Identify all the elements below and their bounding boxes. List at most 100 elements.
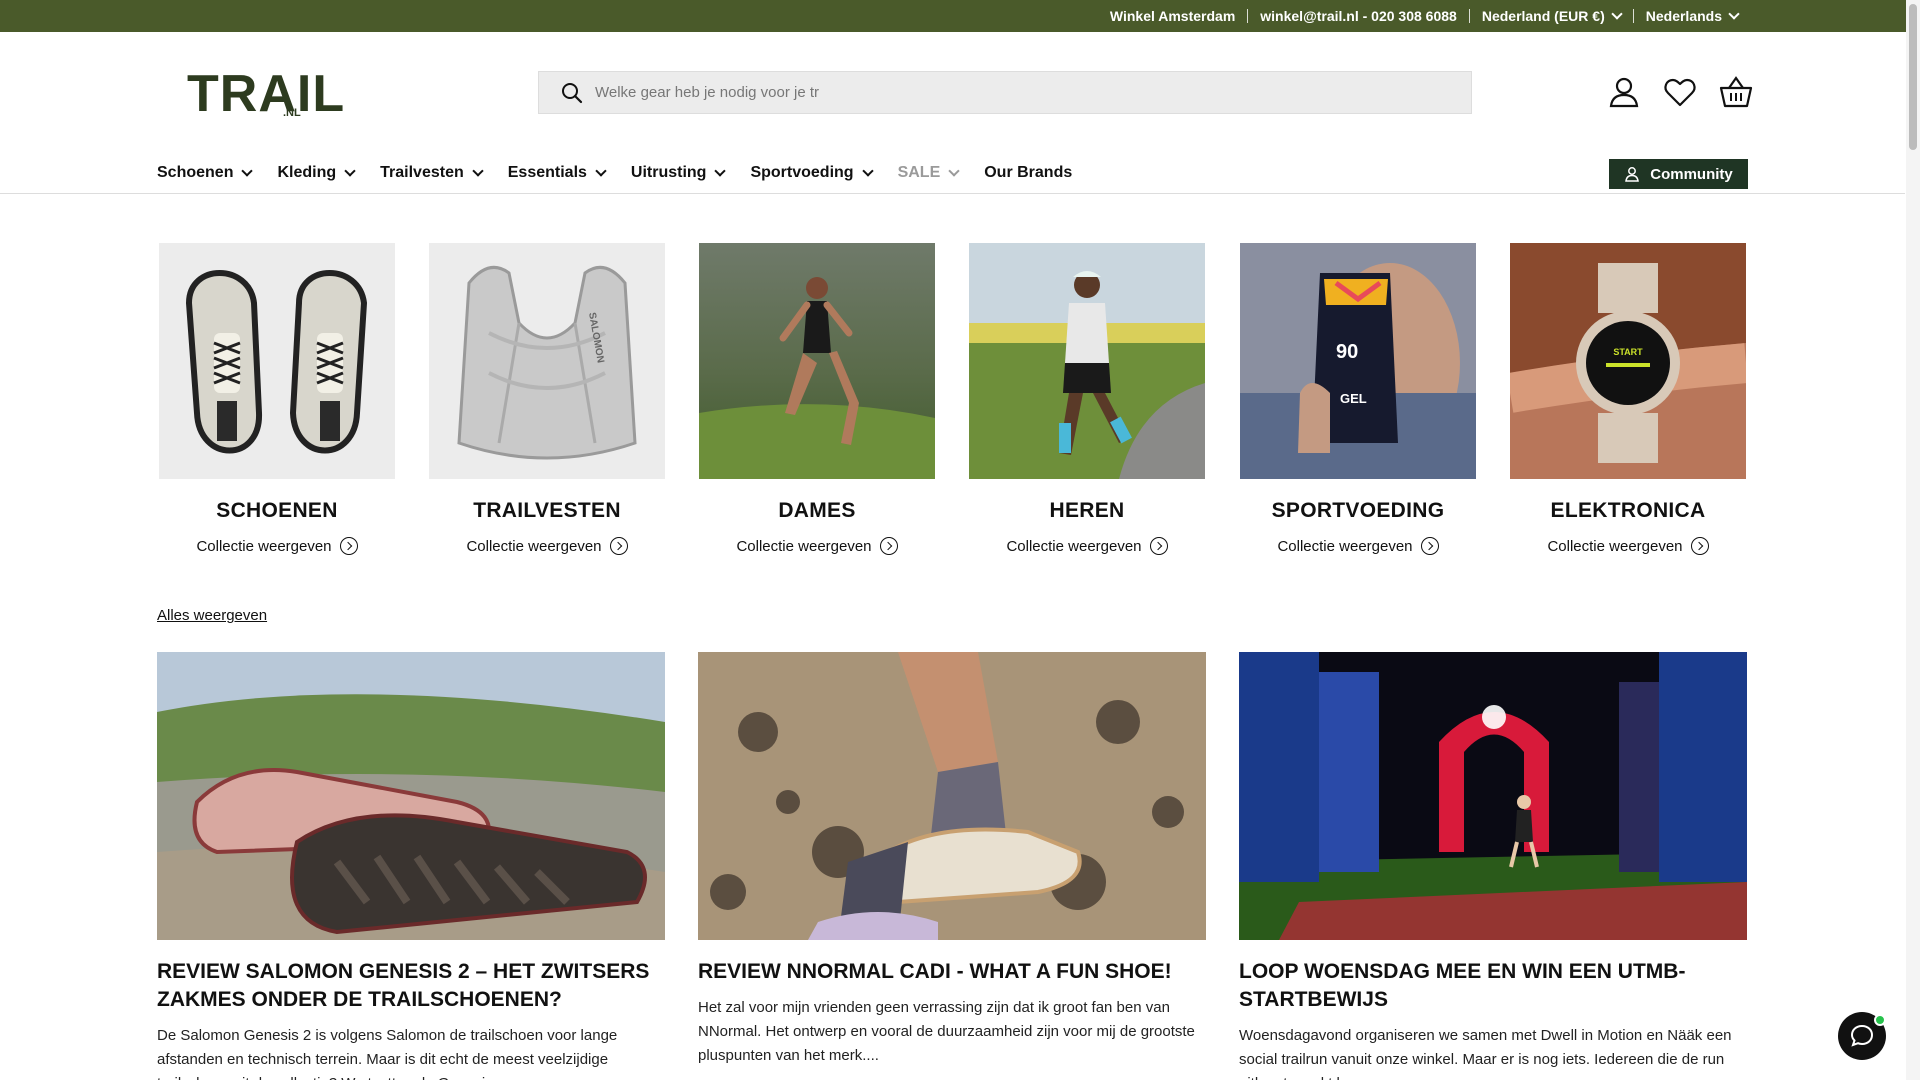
arrow-right-circle-icon — [1690, 537, 1709, 555]
category-card-heren[interactable]: HEREN Collectie weergeven — [969, 243, 1205, 555]
category-image-shoes[interactable] — [159, 243, 395, 479]
collection-link[interactable]: Collectie weergeven — [969, 537, 1205, 555]
collection-link-label: Collectie weergeven — [196, 537, 332, 555]
top-bar: Winkel Amsterdam winkel@trail.nl - 020 3… — [0, 0, 1920, 32]
account-icon[interactable] — [1606, 74, 1642, 110]
wishlist-icon[interactable] — [1662, 74, 1698, 110]
logo-suffix: .NL — [283, 107, 301, 118]
contact-label: winkel@trail.nl - 020 308 6088 — [1260, 8, 1457, 24]
category-title: DAMES — [778, 499, 856, 522]
chat-bubble-icon — [1850, 1024, 1874, 1047]
blog-excerpt: Woensdagavond organiseren we samen met D… — [1239, 1027, 1732, 1080]
search-input[interactable] — [595, 84, 1395, 101]
svg-text:START: START — [1613, 347, 1643, 357]
nav-label: Our Brands — [984, 164, 1073, 181]
collection-link[interactable]: Collectie weergeven — [699, 537, 935, 555]
blog-title[interactable]: Review NNormal Cadi - What a fun shoe! — [698, 958, 1206, 986]
blog-image-nnormal[interactable] — [698, 652, 1206, 940]
collection-link-label: Collectie weergeven — [1547, 537, 1683, 555]
nav-label: Uitrusting — [630, 164, 707, 181]
chevron-down-icon — [595, 165, 607, 177]
search-bar[interactable] — [538, 71, 1472, 114]
logo-text: TRAIL — [187, 68, 345, 118]
arrow-right-circle-icon — [609, 537, 628, 555]
svg-text:90: 90 — [1336, 341, 1358, 363]
chat-button[interactable] — [1838, 1012, 1886, 1060]
scrollbar-thumb[interactable] — [1909, 4, 1917, 150]
logo[interactable]: TRAIL .NL — [187, 65, 382, 123]
language-label: Nederlands — [1645, 8, 1722, 24]
page-scrollbar[interactable] — [1906, 0, 1920, 1080]
arrow-right-circle-icon — [879, 537, 898, 555]
collection-link-label: Collectie weergeven — [466, 537, 602, 555]
nav-item-sale[interactable]: SALE — [897, 164, 960, 182]
chevron-down-icon — [1611, 8, 1623, 20]
category-image-nutrition[interactable]: 90 GEL — [1240, 243, 1476, 479]
category-card-dames[interactable]: DAMES Collectie weergeven — [699, 243, 935, 555]
category-title: TRAILVESTEN — [473, 499, 621, 522]
category-image-electronics[interactable]: START — [1510, 243, 1746, 479]
category-title: SPORTVOEDING — [1271, 499, 1445, 522]
nav-item-uitrusting[interactable]: Uitrusting — [630, 164, 727, 182]
collection-link-label: Collectie weergeven — [736, 537, 872, 555]
category-image-men[interactable] — [969, 243, 1205, 479]
category-card-trailvesten[interactable]: SALOMON TRAILVESTEN Collectie weergeven — [429, 243, 665, 555]
collection-link[interactable]: Collectie weergeven — [429, 537, 665, 555]
view-all-link[interactable]: Alles weergeven — [157, 607, 267, 624]
nav-item-our-brands[interactable]: Our Brands — [984, 164, 1072, 182]
chevron-down-icon — [948, 165, 960, 177]
basket-icon[interactable] — [1718, 74, 1754, 110]
arrow-right-circle-icon — [1420, 537, 1439, 555]
store-label: Winkel Amsterdam — [1109, 8, 1236, 24]
category-image-vest[interactable]: SALOMON — [429, 243, 665, 479]
chevron-down-icon — [241, 165, 254, 177]
blog-title[interactable]: Review Salomon Genesis 2 – Het Zwitsers … — [157, 958, 665, 1014]
region-selector[interactable]: Nederland (EUR €) — [1470, 8, 1633, 24]
category-card-elektronica[interactable]: START ELEKTRONICA Collectie weergeven — [1510, 243, 1746, 555]
category-image-women[interactable] — [699, 243, 935, 479]
nav-label: SALE — [897, 164, 941, 181]
arrow-right-circle-icon — [339, 537, 358, 555]
nav-item-sportvoeding[interactable]: Sportvoeding — [750, 164, 874, 182]
chevron-down-icon — [861, 165, 874, 177]
svg-text:GEL: GEL — [1340, 391, 1367, 406]
main-nav: Schoenen Kleding Trailvesten Essentials … — [157, 158, 1098, 188]
nav-item-trailvesten[interactable]: Trailvesten — [380, 164, 484, 182]
collection-link-label: Collectie weergeven — [1006, 537, 1142, 555]
blog-excerpt: De Salomon Genesis 2 is volgens Salomon … — [157, 1027, 618, 1080]
category-title: HEREN — [1049, 499, 1125, 522]
blog-card[interactable]: Review NNormal Cadi - What a fun shoe! H… — [698, 652, 1206, 1068]
collection-link[interactable]: Collectie weergeven — [1510, 537, 1746, 555]
store-link[interactable]: Winkel Amsterdam — [1098, 8, 1247, 24]
collection-link[interactable]: Collectie weergeven — [1240, 537, 1476, 555]
nav-item-essentials[interactable]: Essentials — [508, 164, 607, 182]
nav-label: Sportvoeding — [750, 164, 854, 181]
category-card-schoenen[interactable]: SCHOENEN Collectie weergeven — [159, 243, 395, 555]
community-button[interactable]: Community — [1609, 159, 1748, 189]
search-icon — [562, 82, 583, 103]
community-label: Community — [1650, 165, 1733, 183]
blog-image-salomon[interactable] — [157, 652, 665, 940]
collection-link-label: Collectie weergeven — [1277, 537, 1413, 555]
chevron-down-icon — [714, 165, 727, 177]
language-selector[interactable]: Nederlands — [1634, 8, 1750, 24]
nav-item-kleding[interactable]: Kleding — [277, 164, 356, 182]
blog-image-utmb[interactable] — [1239, 652, 1747, 940]
nav-label: Trailvesten — [380, 164, 464, 181]
region-label: Nederland (EUR €) — [1481, 8, 1605, 24]
arrow-right-circle-icon — [1149, 537, 1168, 555]
blog-card[interactable]: Review Salomon Genesis 2 – Het Zwitsers … — [157, 652, 665, 1080]
chevron-down-icon — [472, 165, 484, 177]
user-icon — [1625, 167, 1640, 182]
category-title: SCHOENEN — [216, 499, 338, 522]
nav-label: Schoenen — [157, 164, 234, 181]
chevron-down-icon — [1728, 8, 1740, 20]
category-card-sportvoeding[interactable]: 90 GEL SPORTVOEDING Collectie weergeven — [1240, 243, 1476, 555]
blog-card[interactable]: Loop woensdag mee en win een UTMB-startb… — [1239, 652, 1747, 1080]
blog-title[interactable]: Loop woensdag mee en win een UTMB-startb… — [1239, 958, 1747, 1014]
contact-link[interactable]: winkel@trail.nl - 020 308 6088 — [1248, 8, 1469, 24]
chevron-down-icon — [344, 165, 356, 177]
nav-item-schoenen[interactable]: Schoenen — [157, 164, 254, 182]
online-status-dot — [1874, 1014, 1886, 1026]
collection-link[interactable]: Collectie weergeven — [159, 537, 395, 555]
